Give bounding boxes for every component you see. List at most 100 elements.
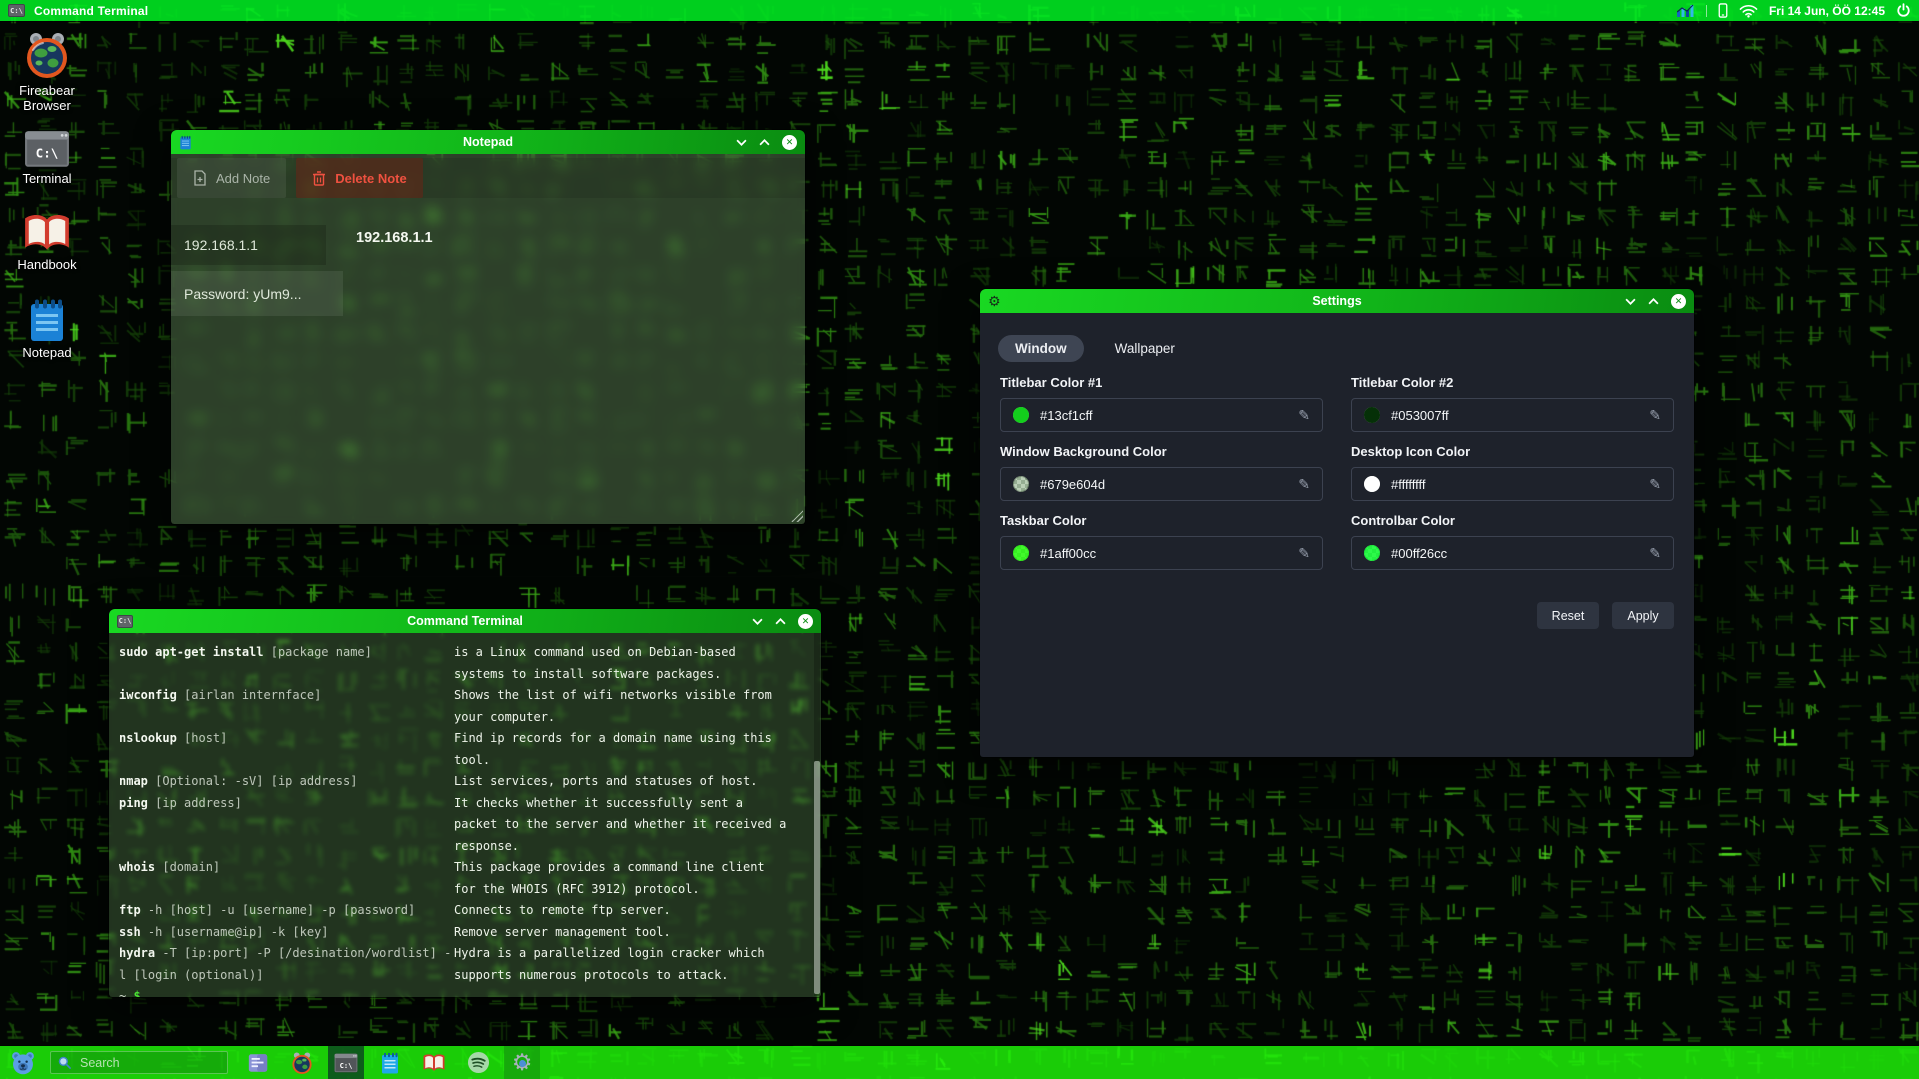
terminal-command: [119, 814, 454, 836]
edit-pencil-icon[interactable]: ✎: [1298, 545, 1310, 562]
start-button[interactable]: [9, 1049, 36, 1076]
terminal-command: iwconfig [airlan internface]: [119, 685, 454, 707]
edit-pencil-icon[interactable]: ✎: [1649, 476, 1661, 493]
color-value-field[interactable]: #13cf1cff ✎: [1000, 398, 1323, 432]
desktop-icon-fireabear-browser[interactable]: Fireabear Browser: [8, 30, 86, 114]
terminal-description: Connects to remote ftp server.: [454, 900, 671, 922]
tab-wallpaper[interactable]: Wallpaper: [1098, 335, 1192, 362]
desktop-icon-notepad[interactable]: Notepad: [8, 298, 86, 361]
terminal-window-title: Command Terminal: [109, 614, 821, 628]
taskbar: C:\: [0, 1046, 1919, 1079]
terminal-titlebar[interactable]: C:\ Command Terminal ✕: [109, 609, 821, 633]
resize-grip[interactable]: [791, 510, 803, 522]
terminal-command: [119, 750, 454, 772]
minimize-button[interactable]: [1625, 298, 1636, 305]
desktop-icon-label: Notepad: [22, 346, 71, 361]
taskbar-fireabear-browser[interactable]: [284, 1046, 320, 1079]
tab-window[interactable]: Window: [998, 335, 1084, 362]
wifi-icon[interactable]: [1739, 4, 1758, 18]
search-input[interactable]: [78, 1055, 208, 1071]
terminal-icon: C:\: [117, 615, 133, 628]
scrollbar-thumb[interactable]: [814, 761, 820, 994]
scrollbar-track[interactable]: [814, 633, 820, 996]
note-list-item[interactable]: 192.168.1.1: [171, 225, 326, 265]
close-button[interactable]: ✕: [798, 614, 813, 629]
fireabear-browser-icon: [23, 30, 71, 80]
color-value-field[interactable]: #00ff26cc ✎: [1351, 536, 1674, 570]
color-value-text: #ffffffff: [1391, 477, 1425, 492]
close-button[interactable]: ✕: [782, 135, 797, 150]
terminal-row: packet to the server and whether it rece…: [119, 814, 821, 836]
notepad-body: Add Note Delete Note 192.168.1.1 Passwor…: [171, 154, 805, 524]
terminal-row: ftp -h [host] -u [username] -p [password…: [119, 900, 821, 922]
close-button[interactable]: ✕: [1671, 294, 1686, 309]
note-list-item[interactable]: Password: yUm9...: [171, 271, 343, 316]
terminal-command: ftp -h [host] -u [username] -p [password…: [119, 900, 454, 922]
edit-pencil-icon[interactable]: ✎: [1298, 476, 1310, 493]
maximize-button[interactable]: [1648, 298, 1659, 305]
terminal-command: whois [domain]: [119, 857, 454, 879]
phone-icon[interactable]: [1718, 3, 1728, 18]
taskbar-file-manager[interactable]: [240, 1046, 276, 1079]
terminal-row: l [login (optional)] supports numerous p…: [119, 965, 821, 987]
terminal-row: tool.: [119, 750, 821, 772]
terminal-icon: C:\: [334, 1053, 358, 1073]
edit-pencil-icon[interactable]: ✎: [1649, 545, 1661, 562]
clock: Fri 14 Jun, ÖÖ 12:45: [1769, 4, 1885, 18]
edit-pencil-icon[interactable]: ✎: [1298, 407, 1310, 424]
terminal-row: response.: [119, 836, 821, 858]
note-editor-text[interactable]: 192.168.1.1: [356, 230, 433, 246]
color-value-field[interactable]: #ffffffff ✎: [1351, 467, 1674, 501]
terminal-command: l [login (optional)]: [119, 965, 454, 987]
power-icon[interactable]: [1896, 3, 1911, 18]
add-note-icon: [193, 170, 207, 186]
terminal-prompt[interactable]: ~ $: [119, 986, 821, 998]
settings-titlebar[interactable]: ⚙ Settings ✕: [980, 289, 1694, 313]
notepad-icon: [27, 298, 67, 342]
search-box[interactable]: [50, 1051, 228, 1074]
terminal-row: hydra -T [ip:port] -P [/desination/wordl…: [119, 943, 821, 965]
color-value-field[interactable]: #1aff00cc ✎: [1000, 536, 1323, 570]
settings-window-title: Settings: [980, 294, 1694, 308]
terminal-description: response.: [454, 836, 519, 858]
color-setting-label: Titlebar Color #2: [1351, 375, 1674, 390]
prompt-dollar: $: [133, 989, 140, 998]
add-note-button[interactable]: Add Note: [177, 158, 286, 198]
taskbar-settings[interactable]: ⚙: [504, 1046, 540, 1079]
color-value-field[interactable]: #679e604d ✎: [1000, 467, 1323, 501]
color-value-text: #1aff00cc: [1040, 546, 1096, 561]
terminal-row: whois [domain] This package provides a c…: [119, 857, 821, 879]
notepad-window: Notepad ✕ Add Note: [170, 129, 806, 525]
terminal-window: C:\ Command Terminal ✕ sudo apt-get inst…: [108, 608, 822, 998]
minimize-button[interactable]: [736, 139, 747, 146]
color-setting-field: Window Background Color #679e604d ✎: [1000, 444, 1323, 501]
delete-note-button[interactable]: Delete Note: [296, 158, 423, 198]
taskbar-terminal[interactable]: C:\: [328, 1046, 364, 1079]
color-setting-label: Desktop Icon Color: [1351, 444, 1674, 459]
network-chart-icon: [1677, 4, 1695, 17]
desktop-icon-handbook[interactable]: Handbook: [8, 212, 86, 273]
trash-icon: [312, 170, 326, 186]
terminal-description: is a Linux command used on Debian-based: [454, 642, 736, 664]
terminal-row: your computer.: [119, 707, 821, 729]
maximize-button[interactable]: [775, 618, 786, 625]
terminal-output[interactable]: sudo apt-get install [package name] is a…: [109, 633, 821, 997]
settings-gear-icon: ⚙: [512, 1051, 533, 1074]
color-setting-field: Desktop Icon Color #ffffffff ✎: [1351, 444, 1674, 501]
color-setting-label: Window Background Color: [1000, 444, 1323, 459]
notepad-titlebar[interactable]: Notepad ✕: [171, 130, 805, 154]
color-swatch: [1364, 407, 1380, 423]
reset-button[interactable]: Reset: [1537, 602, 1599, 629]
desktop-icon-terminal[interactable]: C:\ Terminal: [8, 130, 86, 187]
color-value-field[interactable]: #053007ff ✎: [1351, 398, 1674, 432]
maximize-button[interactable]: [759, 139, 770, 146]
apply-button[interactable]: Apply: [1612, 602, 1674, 629]
fireabear-browser-icon: [290, 1051, 314, 1075]
terminal-command: [119, 836, 454, 858]
edit-pencil-icon[interactable]: ✎: [1649, 407, 1661, 424]
taskbar-notepad[interactable]: [372, 1046, 408, 1079]
taskbar-spotify[interactable]: [460, 1046, 496, 1079]
terminal-description: List services, ports and statuses of hos…: [454, 771, 757, 793]
minimize-button[interactable]: [752, 618, 763, 625]
taskbar-handbook[interactable]: [416, 1046, 452, 1079]
